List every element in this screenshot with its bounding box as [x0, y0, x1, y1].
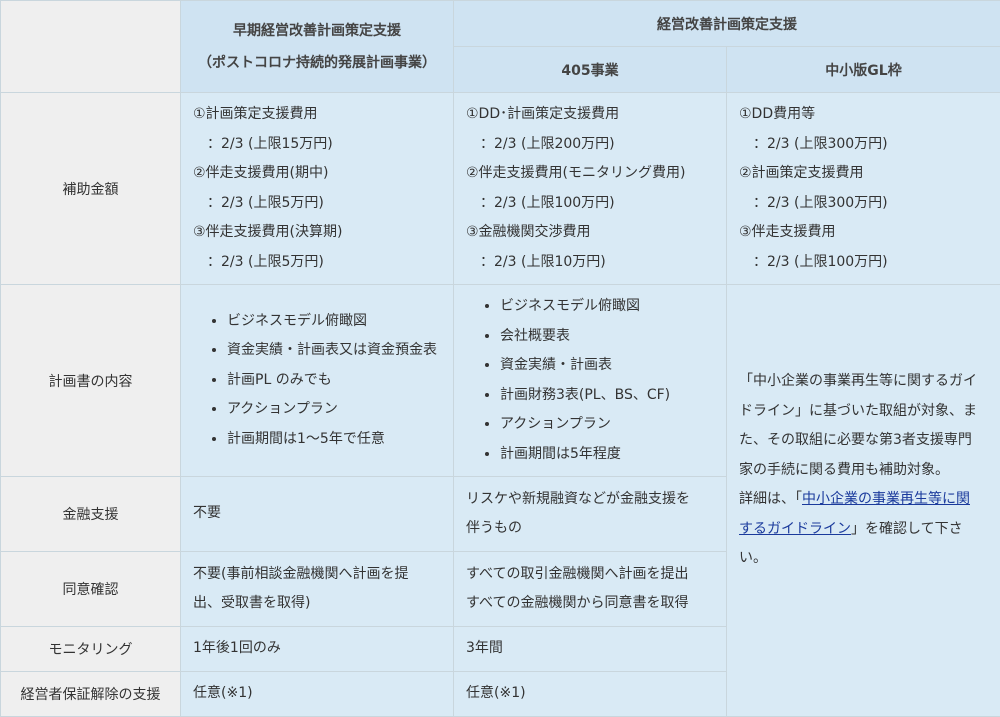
subsidy-rate: ：2/3 (上限15万円): [193, 130, 441, 160]
corner-cell: [1, 1, 181, 93]
subsidy-rate: ：2/3 (上限300万円): [739, 189, 988, 219]
list-item: 計画PL のみでも: [227, 366, 441, 396]
list-item: 資金実績・計画表又は資金預金表: [227, 336, 441, 366]
note-line: 家の手続に関る費用も補助対象。: [739, 456, 988, 486]
header-early-plan-subtitle: （ポストコロナ持続的発展計画事業）: [182, 47, 452, 79]
plan-early: ビジネスモデル俯瞰図 資金実績・計画表又は資金預金表 計画PL のみでも アクシ…: [181, 285, 454, 477]
row-label-guarantee: 経営者保証解除の支援: [1, 672, 181, 717]
guideline-link[interactable]: 中小企業の事業再生等に関: [802, 491, 970, 507]
consent-line: すべての金融機関から同意書を取得: [466, 589, 714, 619]
sme-gl-note-text: 「中小企業の事業再生等に関するガイ ドライン」に基づいた取組が対象、ま た、その…: [739, 367, 988, 574]
financial-line: リスケや新規融資などが金融支援を: [466, 485, 714, 515]
financial-405: リスケや新規融資などが金融支援を 伴うもの: [454, 477, 727, 552]
subsidy-405: ①DD･計画策定支援費用 ：2/3 (上限200万円) ②伴走支援費用(モニタリ…: [454, 93, 727, 285]
plan-405: ビジネスモデル俯瞰図 会社概要表 資金実績・計画表 計画財務3表(PL、BS、C…: [454, 285, 727, 477]
subsidy-item: ①計画策定支援費用: [193, 100, 441, 130]
financial-line: 伴うもの: [466, 514, 714, 544]
comparison-table: 早期経営改善計画策定支援 （ポストコロナ持続的発展計画事業） 経営改善計画策定支…: [0, 0, 1000, 717]
subsidy-item: ①DD費用等: [739, 100, 988, 130]
subsidy-sme-gl: ①DD費用等 ：2/3 (上限300万円) ②計画策定支援費用 ：2/3 (上限…: [727, 93, 1000, 285]
subsidy-item: ①DD･計画策定支援費用: [466, 100, 714, 130]
guideline-link-cont[interactable]: するガイドライン: [739, 521, 851, 537]
guarantee-early: 任意(※1): [181, 672, 454, 717]
note-detail-suffix: 」を確認して下さ: [851, 521, 963, 537]
subsidy-rate: ：2/3 (上限100万円): [739, 248, 988, 278]
subsidy-rate: ：2/3 (上限10万円): [466, 248, 714, 278]
list-item: ビジネスモデル俯瞰図: [500, 292, 714, 322]
list-item: 計画期間は5年程度: [500, 440, 714, 470]
consent-line: すべての取引金融機関へ計画を提出: [466, 560, 714, 590]
consent-line: 出、受取書を取得): [193, 589, 441, 619]
row-label-monitoring: モニタリング: [1, 627, 181, 672]
consent-early: 不要(事前相談金融機関へ計画を提 出、受取書を取得): [181, 552, 454, 627]
header-group-management-plan: 経営改善計画策定支援: [454, 1, 1000, 47]
header-405: 405事業: [454, 47, 727, 93]
subsidy-early: ①計画策定支援費用 ：2/3 (上限15万円) ②伴走支援費用(期中) ：2/3…: [181, 93, 454, 285]
note-line: た、その取組に必要な第3者支援専門: [739, 426, 988, 456]
list-item: 計画財務3表(PL、BS、CF): [500, 381, 714, 411]
subsidy-item: ③伴走支援費用: [739, 218, 988, 248]
subsidy-rate: ：2/3 (上限100万円): [466, 189, 714, 219]
plan-405-list: ビジネスモデル俯瞰図 会社概要表 資金実績・計画表 計画財務3表(PL、BS、C…: [466, 292, 714, 469]
subsidy-rate: ：2/3 (上限5万円): [193, 189, 441, 219]
note-detail-prefix: 詳細は、「: [739, 491, 802, 507]
list-item: 会社概要表: [500, 322, 714, 352]
header-early-plan: 早期経営改善計画策定支援 （ポストコロナ持続的発展計画事業）: [181, 1, 454, 93]
row-label-subsidy: 補助金額: [1, 93, 181, 285]
subsidy-item: ②伴走支援費用(期中): [193, 159, 441, 189]
subsidy-item: ③伴走支援費用(決算期): [193, 218, 441, 248]
list-item: ビジネスモデル俯瞰図: [227, 307, 441, 337]
sme-gl-note: 「中小企業の事業再生等に関するガイ ドライン」に基づいた取組が対象、ま た、その…: [727, 285, 1000, 717]
row-label-financial: 金融支援: [1, 477, 181, 552]
subsidy-rate: ：2/3 (上限200万円): [466, 130, 714, 160]
list-item: アクションプラン: [227, 395, 441, 425]
subsidy-rate: ：2/3 (上限5万円): [193, 248, 441, 278]
note-line: ドライン」に基づいた取組が対象、ま: [739, 397, 988, 427]
note-line: 「中小企業の事業再生等に関するガイ: [739, 367, 988, 397]
consent-line: 不要(事前相談金融機関へ計画を提: [193, 560, 441, 590]
monitoring-405: 3年間: [454, 627, 727, 672]
row-label-plan: 計画書の内容: [1, 285, 181, 477]
list-item: 資金実績・計画表: [500, 351, 714, 381]
guarantee-405: 任意(※1): [454, 672, 727, 717]
row-label-consent: 同意確認: [1, 552, 181, 627]
header-early-plan-title: 早期経営改善計画策定支援: [182, 15, 452, 47]
monitoring-early: 1年後1回のみ: [181, 627, 454, 672]
plan-early-list: ビジネスモデル俯瞰図 資金実績・計画表又は資金預金表 計画PL のみでも アクシ…: [193, 307, 441, 455]
subsidy-item: ②計画策定支援費用: [739, 159, 988, 189]
header-sme-gl: 中小版GL枠: [727, 47, 1000, 93]
subsidy-rate: ：2/3 (上限300万円): [739, 130, 988, 160]
consent-405: すべての取引金融機関へ計画を提出 すべての金融機関から同意書を取得: [454, 552, 727, 627]
subsidy-item: ③金融機関交渉費用: [466, 218, 714, 248]
financial-early: 不要: [181, 477, 454, 552]
note-detail-line: 詳細は、「中小企業の事業再生等に関: [739, 485, 988, 515]
note-detail-line: するガイドライン」を確認して下さ: [739, 515, 988, 545]
note-detail-line: い。: [739, 544, 988, 574]
subsidy-item: ②伴走支援費用(モニタリング費用): [466, 159, 714, 189]
list-item: アクションプラン: [500, 410, 714, 440]
list-item: 計画期間は1～5年で任意: [227, 425, 441, 455]
